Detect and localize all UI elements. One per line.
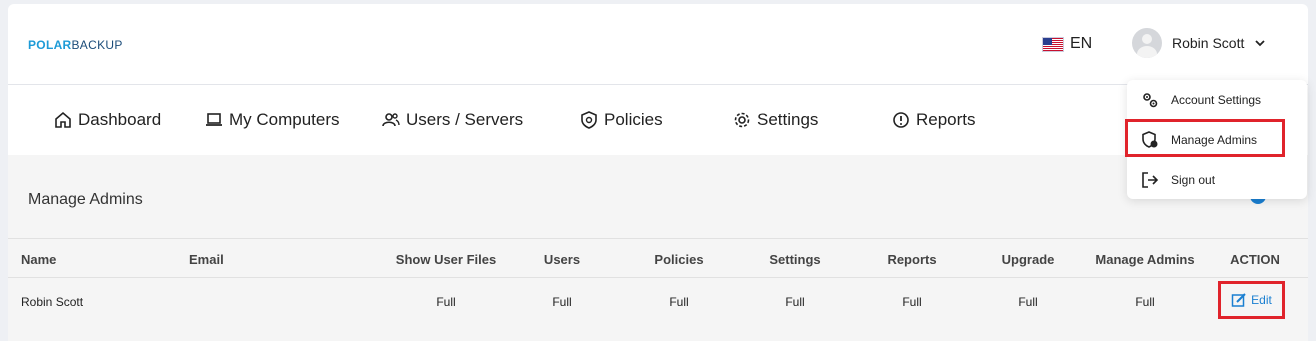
nav-settings[interactable]: Settings [733, 110, 818, 130]
page-title: Manage Admins [28, 191, 143, 208]
home-icon [55, 111, 71, 128]
cell-upgrade: Full [1018, 295, 1038, 309]
header-manage-admins: Manage Admins [1095, 252, 1195, 267]
top-bar: POLARBACKUP EN Robin Scott [8, 4, 1308, 85]
cell-users: Full [552, 295, 572, 309]
avatar [1132, 28, 1162, 58]
edit-button[interactable]: Edit [1218, 281, 1285, 319]
nav-dashboard[interactable]: Dashboard [54, 110, 161, 130]
menu-account-settings[interactable]: Account Settings [1141, 91, 1261, 109]
nav-reports-label: Reports [916, 110, 976, 129]
edit-label: Edit [1251, 293, 1272, 307]
language-label: EN [1070, 35, 1093, 52]
alert-circle-icon [893, 112, 909, 128]
cell-policies: Full [669, 295, 689, 309]
content-area: Manage Admins Name Email Show User Files… [8, 155, 1308, 341]
laptop-icon [206, 113, 222, 126]
header-name: Name [21, 252, 57, 267]
table-header: Name Email Show User Files Users Policie… [8, 238, 1308, 278]
header-action: ACTION [1230, 252, 1280, 267]
cell-manage-admins: Full [1135, 295, 1155, 309]
header-upgrade: Upgrade [1001, 252, 1055, 267]
cell-settings: Full [785, 295, 805, 309]
header-show-user-files: Show User Files [395, 252, 497, 267]
user-menu[interactable]: Robin Scott [1132, 28, 1266, 58]
main-nav: Dashboard My Computers Users / Servers P… [8, 85, 1308, 155]
manage-admins-highlight [1125, 119, 1285, 157]
nav-dashboard-label: Dashboard [78, 110, 162, 129]
nav-users-servers[interactable]: Users / Servers [382, 110, 523, 130]
app-frame: POLARBACKUP EN Robin Scott Dashboard My … [8, 4, 1308, 341]
gear-icon [734, 112, 750, 128]
user-name: Robin Scott [1172, 35, 1245, 51]
cell-show-user-files: Full [436, 295, 456, 309]
header-settings: Settings [769, 252, 821, 267]
us-flag-icon [1042, 36, 1064, 52]
table-row: Robin Scott Full Full Full Full Full Ful… [8, 278, 1308, 328]
nav-users-servers-label: Users / Servers [406, 110, 524, 129]
header-users: Users [543, 252, 581, 267]
nav-reports[interactable]: Reports [892, 110, 976, 130]
users-icon [382, 113, 400, 127]
header-email: Email [189, 252, 224, 267]
gears-icon [1143, 93, 1158, 108]
sign-out-icon [1142, 172, 1159, 188]
chevron-down-icon [1255, 40, 1266, 47]
language-selector[interactable]: EN [1042, 35, 1092, 53]
cell-name: Robin Scott [21, 295, 84, 309]
admins-table: Name Email Show User Files Users Policie… [8, 238, 1308, 328]
header-policies: Policies [654, 252, 704, 267]
nav-policies[interactable]: Policies [580, 110, 663, 130]
nav-my-computers-label: My Computers [229, 110, 340, 129]
nav-policies-label: Policies [604, 110, 663, 129]
cell-reports: Full [902, 295, 922, 309]
policy-shield-icon [581, 111, 597, 129]
menu-account-settings-label: Account Settings [1171, 93, 1262, 107]
nav-settings-label: Settings [757, 110, 819, 129]
menu-sign-out[interactable]: Sign out [1141, 171, 1215, 189]
nav-my-computers[interactable]: My Computers [205, 110, 340, 130]
header-reports: Reports [887, 252, 937, 267]
edit-icon [1231, 293, 1246, 307]
menu-sign-out-label: Sign out [1171, 173, 1216, 187]
polarbackup-logo[interactable]: POLARBACKUP [28, 38, 123, 52]
